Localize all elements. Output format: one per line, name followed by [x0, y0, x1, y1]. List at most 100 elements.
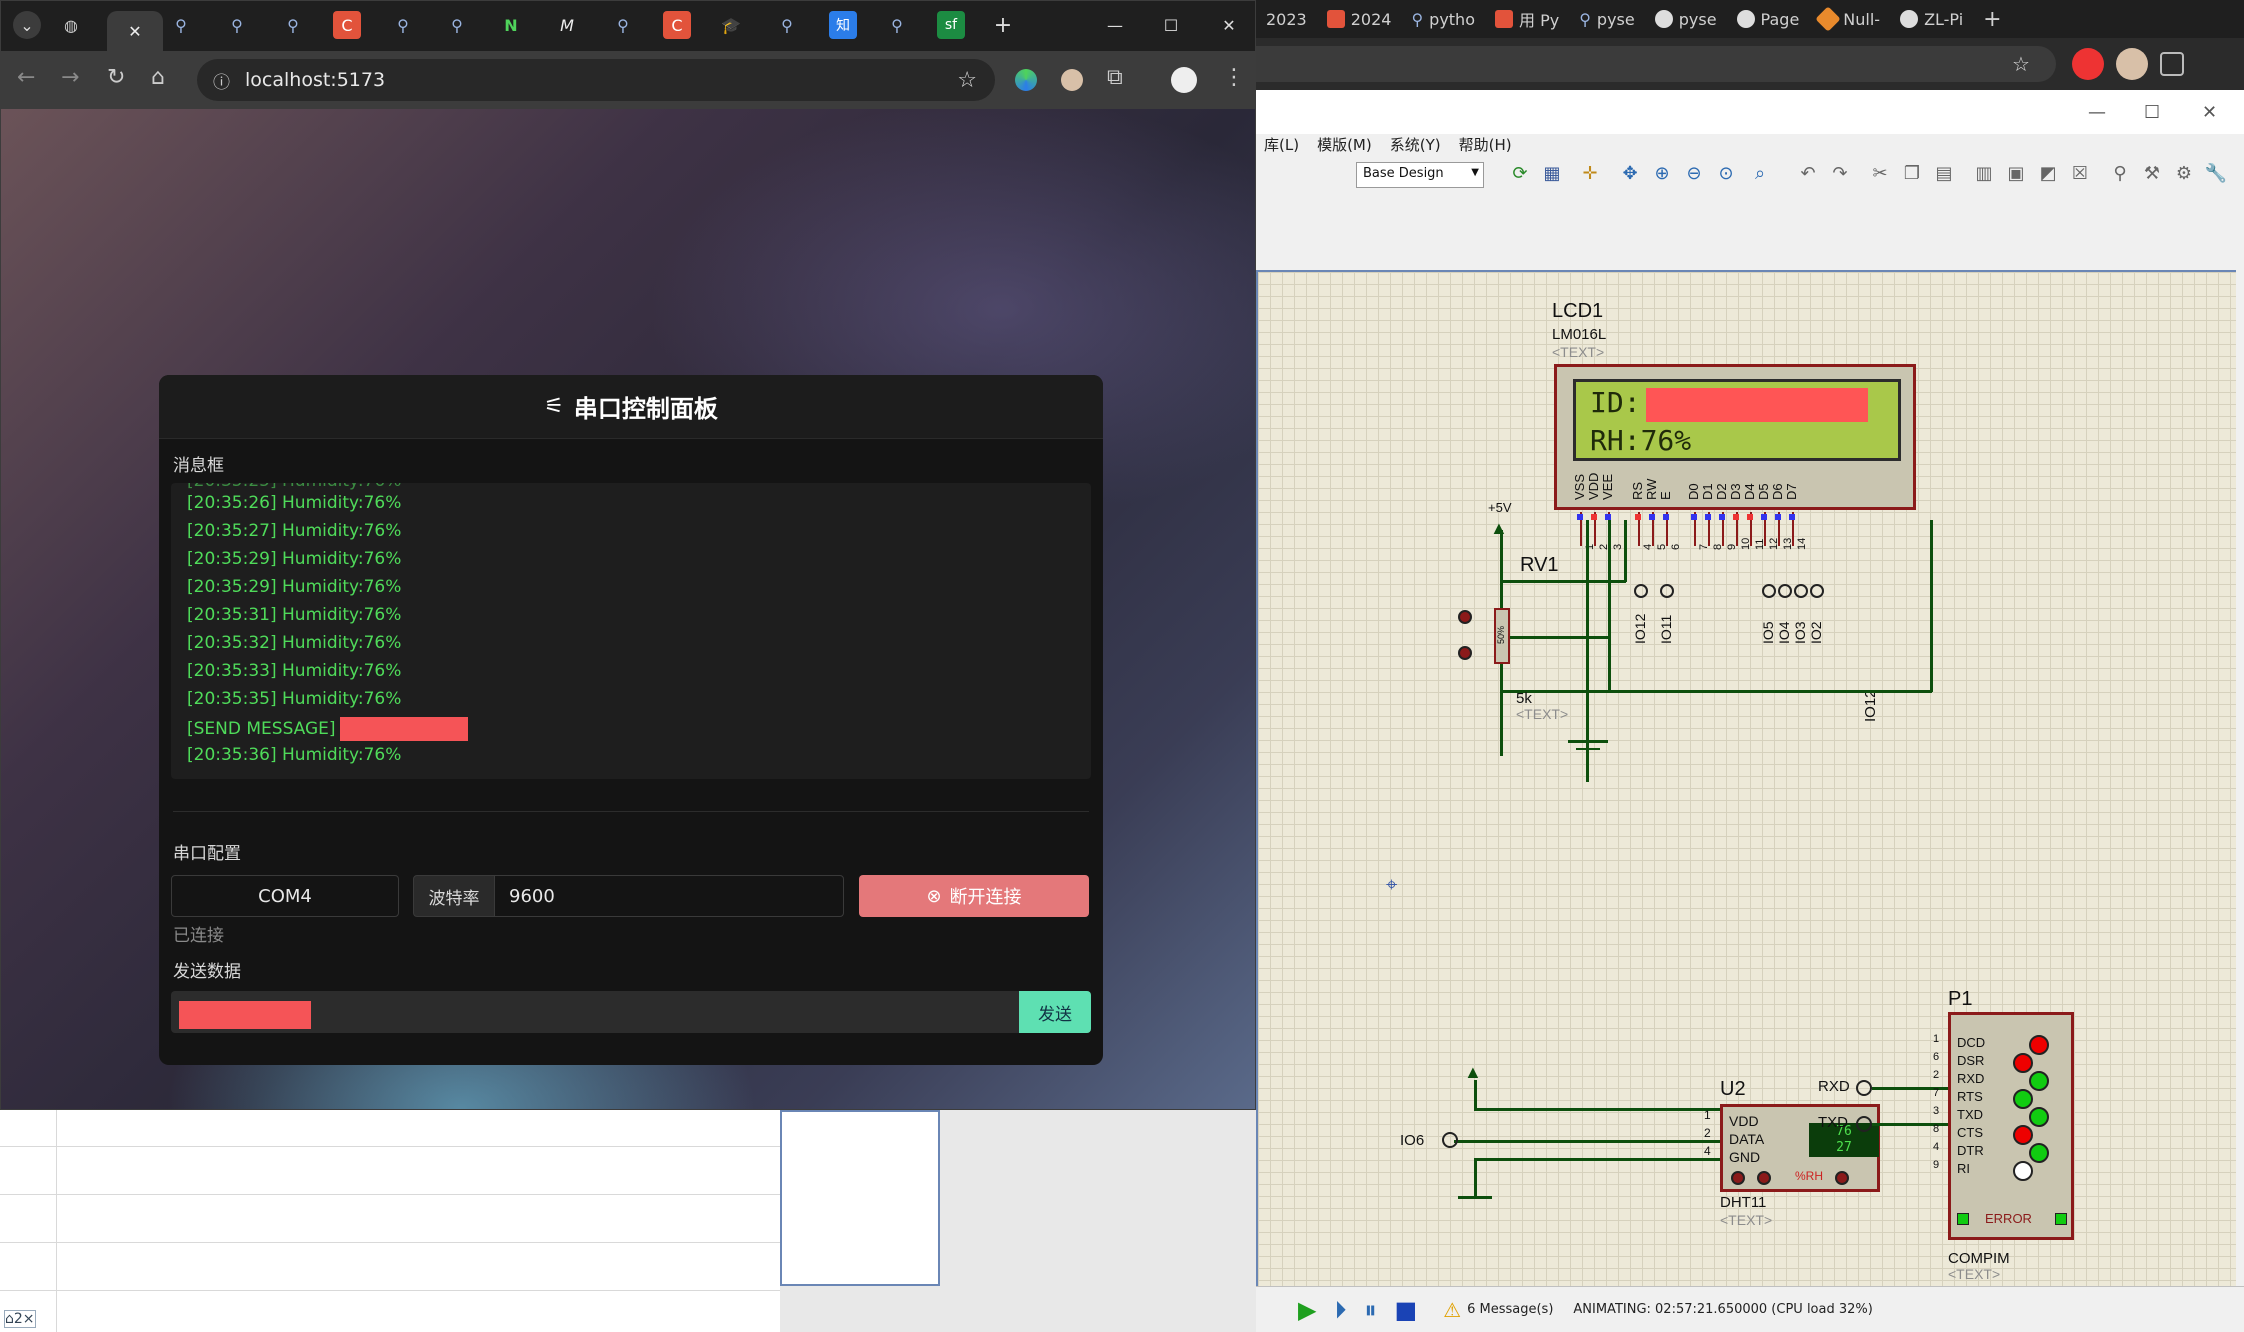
- step-icon[interactable]: ⏵: [1334, 1296, 1346, 1324]
- make-device-icon[interactable]: ⚒: [2140, 162, 2164, 186]
- message-log[interactable]: [20:35:25] Humidity:76% [20:35:26] Humid…: [171, 483, 1091, 779]
- bookmark-star-icon[interactable]: ☆: [957, 68, 977, 93]
- new-tab-button[interactable]: +: [989, 11, 1017, 39]
- baud-rate-input[interactable]: 9600: [494, 875, 844, 917]
- pin-state-marker: [1691, 514, 1697, 520]
- pick-device-icon[interactable]: ⚲: [2108, 162, 2132, 186]
- extensions-puzzle-icon[interactable]: ⧉: [1107, 65, 1123, 90]
- tab-search-icon[interactable]: ⚲: [167, 11, 195, 39]
- package-tool-icon[interactable]: ⚙: [2172, 162, 2196, 186]
- grid-icon[interactable]: ▦: [1540, 162, 1564, 186]
- redo-icon[interactable]: ↷: [1828, 162, 1852, 186]
- bg-tab[interactable]: 用 Py: [1485, 0, 1569, 38]
- bg-tab[interactable]: ⚲ pytho: [1401, 0, 1485, 38]
- paste-icon[interactable]: ▤: [1932, 162, 1956, 186]
- pot-down-button[interactable]: [1458, 646, 1472, 660]
- back-icon[interactable]: ←: [17, 65, 35, 90]
- bg-tab[interactable]: Null-: [1809, 0, 1890, 38]
- schematic-canvas[interactable]: LCD1 LM016L <TEXT> ID: RH:76% VSS 1 VDD 2 VE…: [1256, 270, 2236, 1286]
- new-tab-button[interactable]: +: [1973, 0, 2011, 38]
- home-icon[interactable]: ⌂: [151, 65, 165, 90]
- active-tab[interactable]: ✕: [107, 11, 163, 51]
- bg-tab[interactable]: 2023: [1256, 0, 1317, 38]
- design-select[interactable]: Base Design ▼: [1356, 162, 1484, 188]
- bg-tab[interactable]: 2024: [1317, 0, 1402, 38]
- disconnect-button[interactable]: ⊗ 断开连接: [859, 875, 1089, 917]
- sf-icon[interactable]: sf: [937, 11, 965, 39]
- extension-icon[interactable]: [2116, 48, 2148, 80]
- maximize-icon[interactable]: ☐: [2144, 102, 2160, 123]
- pause-icon[interactable]: ⏸: [1364, 1296, 1376, 1324]
- bookmark-star-icon[interactable]: ☆: [2012, 52, 2030, 76]
- cut-icon[interactable]: ✂: [1868, 162, 1892, 186]
- dht-down-button[interactable]: [1731, 1171, 1745, 1185]
- reload-icon[interactable]: ↻: [107, 65, 125, 90]
- globe-icon[interactable]: ◍: [57, 11, 85, 39]
- minimize-icon[interactable]: —: [1101, 11, 1129, 39]
- tab-search-icon[interactable]: ⚲: [609, 11, 637, 39]
- tab-search-icon[interactable]: ⚲: [443, 11, 471, 39]
- menu-item-system[interactable]: 系统(Y): [1390, 134, 1441, 158]
- dht11-sensor[interactable]: VDD DATA GND 76 27 %RH: [1720, 1104, 1880, 1192]
- pan-icon[interactable]: ✥: [1618, 162, 1642, 186]
- zoom-all-icon[interactable]: ⊙: [1714, 162, 1738, 186]
- port-select[interactable]: COM4: [171, 875, 399, 917]
- maximize-icon[interactable]: ☐: [1157, 11, 1185, 39]
- message-count[interactable]: 6 Message(s): [1467, 1302, 1553, 1317]
- undo-icon[interactable]: ↶: [1796, 162, 1820, 186]
- menu-dots-icon[interactable]: ⋮: [1223, 65, 1245, 90]
- stop-icon[interactable]: ■: [1394, 1296, 1417, 1324]
- extension-icon[interactable]: [1061, 69, 1083, 91]
- minimize-icon[interactable]: —: [2088, 102, 2106, 123]
- block-delete-icon[interactable]: ☒: [2068, 162, 2092, 186]
- m-logo-icon[interactable]: M: [553, 11, 581, 39]
- zoom-out-icon[interactable]: ⊖: [1682, 162, 1706, 186]
- menu-item-library[interactable]: 库(L): [1264, 134, 1299, 158]
- graduation-cap-icon[interactable]: 🎓: [717, 11, 745, 39]
- extension-icon[interactable]: [2072, 48, 2104, 80]
- avatar[interactable]: [1171, 67, 1197, 93]
- block-copy-icon[interactable]: ▥: [1972, 162, 1996, 186]
- dht-mode-button[interactable]: [1835, 1171, 1849, 1185]
- site-info-icon[interactable]: ⓘ: [213, 68, 230, 93]
- zoom-in-icon[interactable]: ⊕: [1650, 162, 1674, 186]
- tab-search-icon[interactable]: ⚲: [223, 11, 251, 39]
- csdn-icon[interactable]: C: [663, 11, 691, 39]
- play-icon[interactable]: ▶: [1298, 1296, 1316, 1324]
- tab-search-button[interactable]: ⌄: [13, 11, 41, 39]
- menu-item-help[interactable]: 帮助(H): [1459, 134, 1512, 158]
- refresh-icon[interactable]: ⟳: [1508, 162, 1532, 186]
- bg-tab[interactable]: pyse: [1645, 0, 1727, 38]
- block-move-icon[interactable]: ▣: [2004, 162, 2028, 186]
- forward-icon[interactable]: →: [61, 65, 79, 90]
- pot-up-button[interactable]: [1458, 610, 1472, 624]
- bg-tab[interactable]: ⚲ pyse: [1569, 0, 1645, 38]
- sheet-nav-icon[interactable]: ⌂2⨯: [4, 1310, 36, 1328]
- tab-search-icon[interactable]: ⚲: [389, 11, 417, 39]
- block-rotate-icon[interactable]: ◩: [2036, 162, 2060, 186]
- extension-icon[interactable]: [1015, 69, 1037, 91]
- n-logo-icon[interactable]: N: [497, 11, 525, 39]
- dht-pin-number: 1: [1704, 1108, 1711, 1122]
- close-icon[interactable]: ✕: [2202, 102, 2217, 123]
- compim-component[interactable]: DCD 1 DSR 6 RXD 2 RTS 7 TXD 3 CTS 8 DTR 4 RI 9 ERROR: [1933, 1012, 2074, 1240]
- origin-icon[interactable]: ✛: [1578, 162, 1602, 186]
- bg-tab[interactable]: Page: [1727, 0, 1810, 38]
- zhihu-icon[interactable]: 知: [829, 11, 857, 39]
- copy-icon[interactable]: ❐: [1900, 162, 1924, 186]
- tab-search-icon[interactable]: ⚲: [773, 11, 801, 39]
- close-icon[interactable]: ✕: [1215, 11, 1243, 39]
- send-button[interactable]: 发送: [1019, 991, 1091, 1033]
- puzzle-icon[interactable]: [2160, 52, 2184, 76]
- zoom-area-icon[interactable]: ⌕: [1748, 162, 1772, 186]
- dht-up-button[interactable]: [1757, 1171, 1771, 1185]
- tab-search-icon[interactable]: ⚲: [883, 11, 911, 39]
- csdn-icon[interactable]: C: [333, 11, 361, 39]
- bg-tab[interactable]: ZL-Pi: [1890, 0, 1973, 38]
- tab-search-icon[interactable]: ⚲: [279, 11, 307, 39]
- decompose-icon[interactable]: 🔧: [2204, 162, 2228, 186]
- address-bar[interactable]: ⓘ localhost:5173 ☆: [197, 59, 995, 101]
- menu-item-template[interactable]: 模版(M): [1317, 134, 1372, 158]
- send-data-input[interactable]: [171, 991, 1019, 1033]
- bg-omnibox[interactable]: [1256, 46, 2056, 82]
